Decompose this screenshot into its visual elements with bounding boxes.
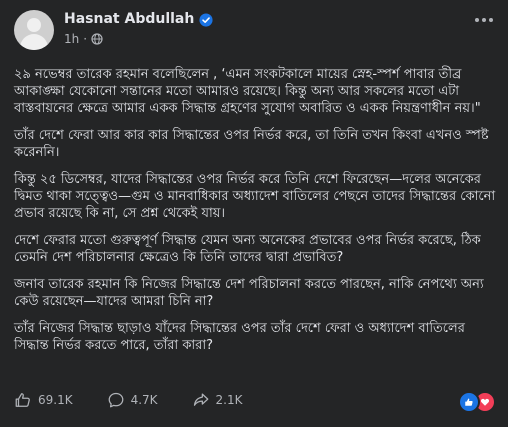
thumbs-up-icon: [15, 393, 30, 407]
reaction-summary[interactable]: [458, 391, 496, 413]
comment-button[interactable]: 4.7K: [107, 391, 158, 409]
post-paragraph: দেশে ফেরার মতো গুরুত্বপূর্ণ সিদ্ধান্ত যে…: [14, 233, 481, 265]
post-paragraph: তাঁর নিজের সিদ্ধান্ত ছাড়াও যাঁদের সিদ্ধ…: [14, 321, 465, 353]
more-dot: [482, 18, 486, 22]
post-meta: 1h ·: [64, 32, 213, 46]
post-paragraph: ২৯ নভেম্বর তারেক রহমান বলেছিলেন , ‘এমন স…: [14, 67, 481, 116]
like-reaction-icon: [458, 391, 480, 413]
more-dot: [489, 18, 493, 22]
like-button[interactable]: 69.1K: [14, 391, 73, 409]
share-count: 2.1K: [215, 393, 243, 407]
meta-separator: ·: [83, 32, 88, 46]
post-time[interactable]: 1h: [64, 32, 79, 46]
globe-icon: [91, 33, 103, 45]
facebook-post-card: Hasnat Abdullah 1h · ২৯ নভেম্বর তারেক রহ…: [0, 0, 508, 427]
post-header: Hasnat Abdullah 1h ·: [14, 10, 213, 50]
author-name-row: Hasnat Abdullah: [64, 10, 213, 28]
more-dot: [475, 18, 479, 22]
post-footer: 69.1K 4.7K 2.1K: [14, 386, 496, 414]
more-options-button[interactable]: [470, 10, 498, 30]
comment-icon: [108, 392, 123, 408]
like-count: 69.1K: [38, 393, 73, 407]
post-body: ২৯ নভেম্বর তারেক রহমান বলেছিলেন , ‘এমন স…: [14, 66, 496, 364]
avatar-body-shape: [20, 34, 48, 50]
share-button[interactable]: 2.1K: [192, 391, 243, 409]
post-paragraph: তাঁর দেশে ফেরা আর কার কার সিদ্ধান্তের ওপ…: [14, 128, 489, 160]
verified-badge-icon: [199, 12, 213, 27]
author-block: Hasnat Abdullah 1h ·: [64, 10, 213, 46]
comment-count: 4.7K: [130, 393, 158, 407]
avatar[interactable]: [14, 10, 54, 50]
post-paragraph: জনাব তারেক রহমান কি নিজের সিদ্ধান্তে দেশ…: [14, 277, 484, 309]
author-name[interactable]: Hasnat Abdullah: [64, 11, 194, 27]
avatar-head-shape: [27, 18, 41, 32]
share-icon: [193, 393, 208, 406]
post-paragraph: কিন্তু ২৫ ডিসেম্বর, যাদের সিদ্ধান্তের ওপ…: [14, 172, 496, 221]
